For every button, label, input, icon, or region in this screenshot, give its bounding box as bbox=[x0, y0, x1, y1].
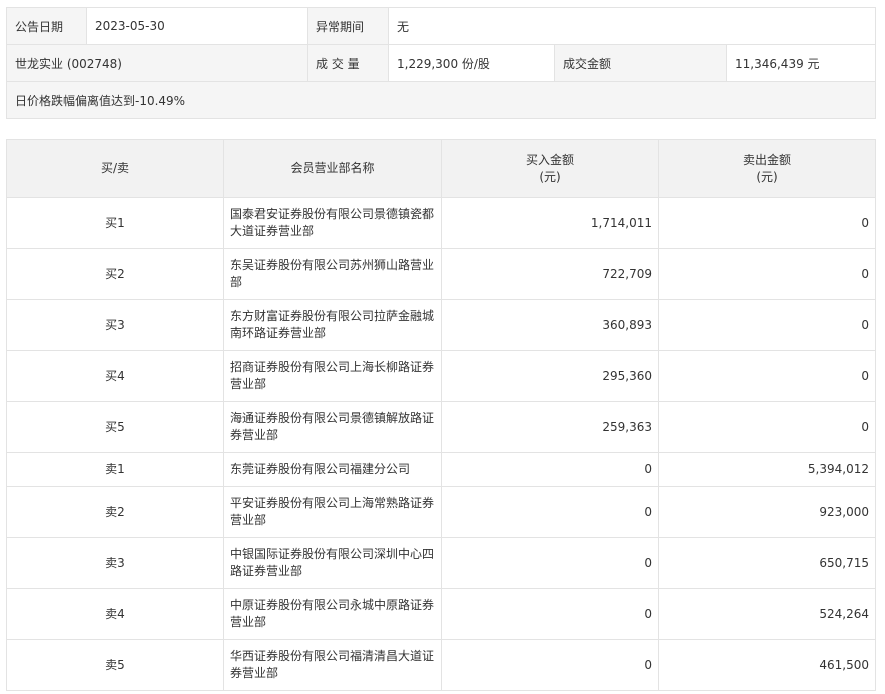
buy-amount-header-unit: (元) bbox=[539, 169, 561, 184]
sell-amount-cell: 0 bbox=[658, 197, 876, 249]
buy-amount-cell: 0 bbox=[441, 452, 659, 487]
buy-amount-cell: 360,893 bbox=[441, 299, 659, 351]
table-row: 买4 招商证券股份有限公司上海长柳路证券营业部 295,360 0 bbox=[6, 350, 876, 402]
side-cell: 买1 bbox=[6, 197, 224, 249]
stock-name: 世龙实业 (002748) bbox=[6, 44, 308, 82]
sell-amount-cell: 650,715 bbox=[658, 537, 876, 589]
trading-departments-table: 买/卖 会员营业部名称 买入金额 (元) 卖出金额 (元) 买1 国泰君安证券股… bbox=[6, 139, 876, 691]
sell-amount-cell: 923,000 bbox=[658, 486, 876, 538]
department-cell: 东方财富证券股份有限公司拉萨金融城南环路证券营业部 bbox=[223, 299, 442, 351]
department-cell: 东吴证券股份有限公司苏州狮山路营业部 bbox=[223, 248, 442, 300]
table-row: 卖2 平安证券股份有限公司上海常熟路证券营业部 0 923,000 bbox=[6, 486, 876, 538]
sell-amount-cell: 461,500 bbox=[658, 639, 876, 691]
buy-amount-cell: 0 bbox=[441, 537, 659, 589]
sell-amount-cell: 0 bbox=[658, 299, 876, 351]
table-row: 买2 东吴证券股份有限公司苏州狮山路营业部 722,709 0 bbox=[6, 248, 876, 300]
amount-label: 成交金额 bbox=[554, 44, 727, 82]
announcement-date-value: 2023-05-30 bbox=[86, 7, 308, 45]
price-deviation-note: 日价格跌幅偏离值达到-10.49% bbox=[6, 81, 876, 119]
side-cell: 买3 bbox=[6, 299, 224, 351]
side-cell: 卖1 bbox=[6, 452, 224, 487]
table-header-row: 买/卖 会员营业部名称 买入金额 (元) 卖出金额 (元) bbox=[6, 139, 876, 198]
department-cell: 中银国际证券股份有限公司深圳中心四路证券营业部 bbox=[223, 537, 442, 589]
sell-amount-header-title: 卖出金额 bbox=[742, 152, 791, 167]
department-header: 会员营业部名称 bbox=[223, 139, 442, 198]
table-row: 卖5 华西证券股份有限公司福清清昌大道证券营业部 0 461,500 bbox=[6, 639, 876, 691]
sell-amount-cell: 0 bbox=[658, 401, 876, 453]
sell-amount-header: 卖出金额 (元) bbox=[658, 139, 876, 198]
amount-value: 11,346,439 元 bbox=[726, 44, 876, 82]
side-cell: 卖5 bbox=[6, 639, 224, 691]
side-cell: 买4 bbox=[6, 350, 224, 402]
department-cell: 华西证券股份有限公司福清清昌大道证券营业部 bbox=[223, 639, 442, 691]
abnormal-period-label: 异常期间 bbox=[307, 7, 389, 45]
announcement-info-table: 公告日期 2023-05-30 异常期间 无 世龙实业 (002748) 成 交… bbox=[6, 7, 876, 119]
sell-amount-cell: 0 bbox=[658, 350, 876, 402]
volume-value: 1,229,300 份/股 bbox=[388, 44, 555, 82]
side-cell: 卖3 bbox=[6, 537, 224, 589]
table-row: 卖3 中银国际证券股份有限公司深圳中心四路证券营业部 0 650,715 bbox=[6, 537, 876, 589]
buy-amount-cell: 1,714,011 bbox=[441, 197, 659, 249]
table-row: 买5 海通证券股份有限公司景德镇解放路证券营业部 259,363 0 bbox=[6, 401, 876, 453]
table-row: 买1 国泰君安证券股份有限公司景德镇瓷都大道证券营业部 1,714,011 0 bbox=[6, 197, 876, 249]
announcement-date-label: 公告日期 bbox=[6, 7, 87, 45]
department-cell: 中原证券股份有限公司永城中原路证券营业部 bbox=[223, 588, 442, 640]
buy-amount-cell: 295,360 bbox=[441, 350, 659, 402]
department-cell: 平安证券股份有限公司上海常熟路证券营业部 bbox=[223, 486, 442, 538]
department-cell: 招商证券股份有限公司上海长柳路证券营业部 bbox=[223, 350, 442, 402]
side-header: 买/卖 bbox=[6, 139, 224, 198]
department-cell: 海通证券股份有限公司景德镇解放路证券营业部 bbox=[223, 401, 442, 453]
side-cell: 买2 bbox=[6, 248, 224, 300]
side-cell: 卖4 bbox=[6, 588, 224, 640]
sell-amount-header-unit: (元) bbox=[756, 169, 778, 184]
department-cell: 国泰君安证券股份有限公司景德镇瓷都大道证券营业部 bbox=[223, 197, 442, 249]
abnormal-period-value: 无 bbox=[388, 7, 876, 45]
buy-amount-header: 买入金额 (元) bbox=[441, 139, 659, 198]
buy-amount-cell: 0 bbox=[441, 486, 659, 538]
buy-amount-cell: 259,363 bbox=[441, 401, 659, 453]
table-row: 卖4 中原证券股份有限公司永城中原路证券营业部 0 524,264 bbox=[6, 588, 876, 640]
table-row: 买3 东方财富证券股份有限公司拉萨金融城南环路证券营业部 360,893 0 bbox=[6, 299, 876, 351]
table-row: 卖1 东莞证券股份有限公司福建分公司 0 5,394,012 bbox=[6, 452, 876, 487]
buy-amount-cell: 0 bbox=[441, 639, 659, 691]
buy-amount-header-title: 买入金额 bbox=[525, 152, 574, 167]
sell-amount-cell: 5,394,012 bbox=[658, 452, 876, 487]
buy-amount-cell: 722,709 bbox=[441, 248, 659, 300]
sell-amount-cell: 524,264 bbox=[658, 588, 876, 640]
sell-amount-cell: 0 bbox=[658, 248, 876, 300]
buy-amount-cell: 0 bbox=[441, 588, 659, 640]
side-cell: 卖2 bbox=[6, 486, 224, 538]
volume-label: 成 交 量 bbox=[307, 44, 389, 82]
side-cell: 买5 bbox=[6, 401, 224, 453]
department-cell: 东莞证券股份有限公司福建分公司 bbox=[223, 452, 442, 487]
